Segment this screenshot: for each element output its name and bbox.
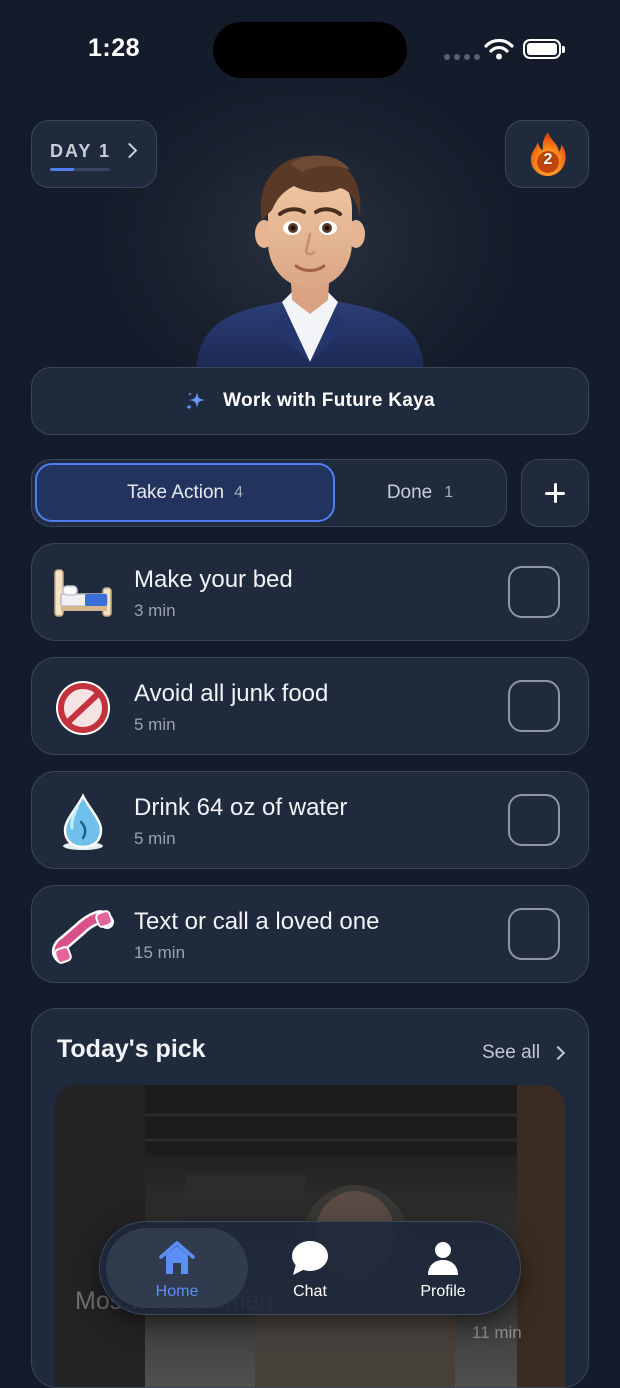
task-card[interactable]: Text or call a loved one 15 min (31, 885, 589, 983)
nav-home-label: Home (155, 1283, 199, 1300)
chat-icon (292, 1241, 328, 1275)
chevron-right-icon (550, 1045, 566, 1061)
dynamic-island (213, 22, 407, 78)
tab-take-action-count: 4 (234, 483, 244, 501)
work-button-label: Work with Future Kaya (223, 390, 435, 411)
tab-done[interactable]: Done 1 (338, 463, 502, 522)
task-title: Make your bed (134, 566, 293, 593)
day-selector[interactable]: DAY 1 (31, 120, 157, 188)
chevron-right-icon (121, 142, 138, 159)
water-drop-icon (63, 793, 103, 850)
wifi-icon (484, 38, 514, 60)
nav-profile-label: Profile (420, 1283, 466, 1300)
task-title: Avoid all junk food (134, 680, 329, 707)
profile-icon (428, 1242, 458, 1275)
task-card[interactable]: Avoid all junk food 5 min (31, 657, 589, 755)
work-with-future-self-button[interactable]: Work with Future Kaya (31, 367, 589, 435)
day-progress-fill (50, 168, 74, 171)
task-duration: 5 min (134, 829, 176, 848)
nav-profile[interactable]: Profile (383, 1234, 503, 1306)
add-task-button[interactable] (521, 459, 589, 527)
task-duration: 15 min (134, 943, 186, 962)
bed-icon (54, 569, 112, 617)
tab-take-action[interactable]: Take Action 4 (35, 463, 335, 522)
task-card[interactable]: Drink 64 oz of water 5 min (31, 771, 589, 869)
bottom-nav: Home Chat Profile (99, 1221, 521, 1315)
task-duration: 5 min (134, 715, 176, 734)
task-checkbox[interactable] (508, 794, 560, 846)
prohibited-icon (56, 681, 110, 735)
future-self-avatar (196, 155, 424, 368)
battery-icon (523, 39, 565, 59)
tab-done-label: Done (386, 481, 433, 503)
nav-chat-label: Chat (293, 1283, 327, 1300)
streak-count: 2 (543, 151, 553, 168)
status-time: 1:28 (88, 34, 141, 62)
home-icon (159, 1241, 195, 1274)
day-progress-bar (50, 168, 110, 171)
task-checkbox[interactable] (508, 566, 560, 618)
signal-icon (444, 54, 480, 60)
nav-home[interactable]: Home (117, 1234, 237, 1306)
see-all-link[interactable]: See all (482, 1042, 540, 1064)
video-duration: 11 min (472, 1323, 522, 1342)
task-tabs: Take Action 4 Done 1 (31, 459, 507, 527)
phone-icon (51, 910, 114, 964)
todays-pick-title: Today's pick (57, 1035, 206, 1063)
sparkle-icon (186, 392, 206, 410)
tab-take-action-label: Take Action (126, 481, 225, 503)
task-checkbox[interactable] (508, 680, 560, 732)
tab-done-count: 1 (444, 483, 454, 501)
streak-button[interactable]: 2 (505, 120, 589, 188)
todays-pick-card: Today's pick See all Mos… Of Women 11 mi… (31, 1008, 589, 1388)
nav-chat[interactable]: Chat (250, 1234, 370, 1306)
task-title: Text or call a loved one (134, 908, 380, 935)
task-card[interactable]: Make your bed 3 min (31, 543, 589, 641)
task-title: Drink 64 oz of water (134, 794, 348, 821)
day-label: DAY 1 (50, 141, 112, 161)
task-duration: 3 min (134, 601, 176, 620)
task-checkbox[interactable] (508, 908, 560, 960)
